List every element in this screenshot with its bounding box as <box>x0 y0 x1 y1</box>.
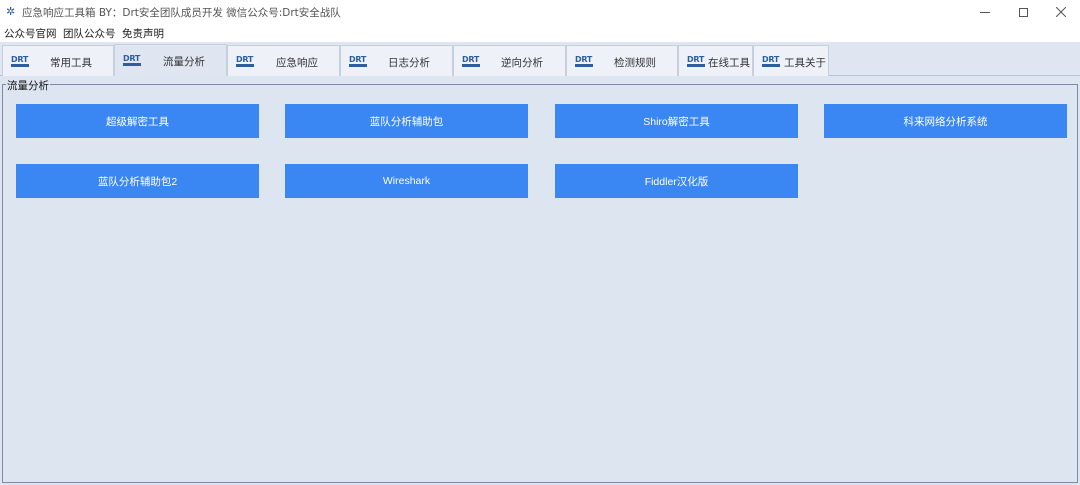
shiro-decrypt-tool-button[interactable]: Shiro解密工具 <box>555 104 798 138</box>
drt-logo-icon: DRT <box>462 55 480 69</box>
window-title: 应急响应工具箱 BY：Drt安全团队成员开发 微信公众号:Drt安全战队 <box>22 7 341 19</box>
tab-about-tools[interactable]: DRT 工具关于 <box>753 45 829 76</box>
tab-strip: DRT 常用工具 DRT 流量分析 DRT 应急响应 DRT 日志分析 DRT … <box>0 42 1080 77</box>
colasoft-network-analyzer-button[interactable]: 科来网络分析系统 <box>824 104 1067 138</box>
title-bar: ✲ 应急响应工具箱 BY：Drt安全团队成员开发 微信公众号:Drt安全战队 <box>0 0 1080 24</box>
drt-logo-icon: DRT <box>349 55 367 69</box>
tab-label: 检测规则 <box>614 57 656 69</box>
minimize-icon <box>980 11 990 13</box>
wireshark-button[interactable]: Wireshark <box>285 164 528 198</box>
tab-label: 应急响应 <box>276 57 318 69</box>
tab-log-analysis[interactable]: DRT 日志分析 <box>340 45 453 76</box>
tab-online-tools[interactable]: DRT 在线工具 <box>678 45 753 76</box>
tab-emergency-response[interactable]: DRT 应急响应 <box>227 45 340 76</box>
tab-label: 日志分析 <box>388 57 430 69</box>
close-button[interactable] <box>1042 0 1080 24</box>
drt-logo-icon: DRT <box>123 54 141 68</box>
tab-common-tools[interactable]: DRT 常用工具 <box>2 45 114 76</box>
group-box <box>2 84 1078 483</box>
tab-traffic-analysis[interactable]: DRT 流量分析 <box>114 44 227 77</box>
drt-logo-icon: DRT <box>11 55 29 69</box>
maximize-icon <box>1018 7 1028 17</box>
menu-bar: 公众号官网 团队公众号 免责声明 <box>0 24 1080 42</box>
minimize-button[interactable] <box>966 0 1004 24</box>
maximize-button[interactable] <box>1004 0 1042 24</box>
close-icon <box>1056 7 1066 17</box>
group-title: 流量分析 <box>6 78 50 93</box>
menu-item-team-account[interactable]: 团队公众号 <box>63 26 116 41</box>
tab-reverse-analysis[interactable]: DRT 逆向分析 <box>453 45 566 76</box>
tab-label: 在线工具 <box>708 57 750 69</box>
tab-label: 常用工具 <box>50 57 92 69</box>
star-icon: ✲ <box>6 5 16 18</box>
tab-content-panel: 流量分析 超级解密工具 蓝队分析辅助包 Shiro解密工具 科来网络分析系统 蓝… <box>0 76 1080 485</box>
drt-logo-icon: DRT <box>762 55 780 69</box>
tab-label: 逆向分析 <box>501 57 543 69</box>
tab-label: 工具关于 <box>784 57 826 69</box>
fiddler-cn-button[interactable]: Fiddler汉化版 <box>555 164 798 198</box>
menu-item-official-site[interactable]: 公众号官网 <box>4 26 57 41</box>
blue-team-helper-2-button[interactable]: 蓝队分析辅助包2 <box>16 164 259 198</box>
tab-detection-rules[interactable]: DRT 检测规则 <box>566 45 678 76</box>
super-decrypt-tool-button[interactable]: 超级解密工具 <box>16 104 259 138</box>
drt-logo-icon: DRT <box>575 55 593 69</box>
tab-label: 流量分析 <box>163 56 205 68</box>
blue-team-helper-button[interactable]: 蓝队分析辅助包 <box>285 104 528 138</box>
drt-logo-icon: DRT <box>687 55 705 69</box>
drt-logo-icon: DRT <box>236 55 254 69</box>
menu-item-disclaimer[interactable]: 免责声明 <box>122 26 164 41</box>
